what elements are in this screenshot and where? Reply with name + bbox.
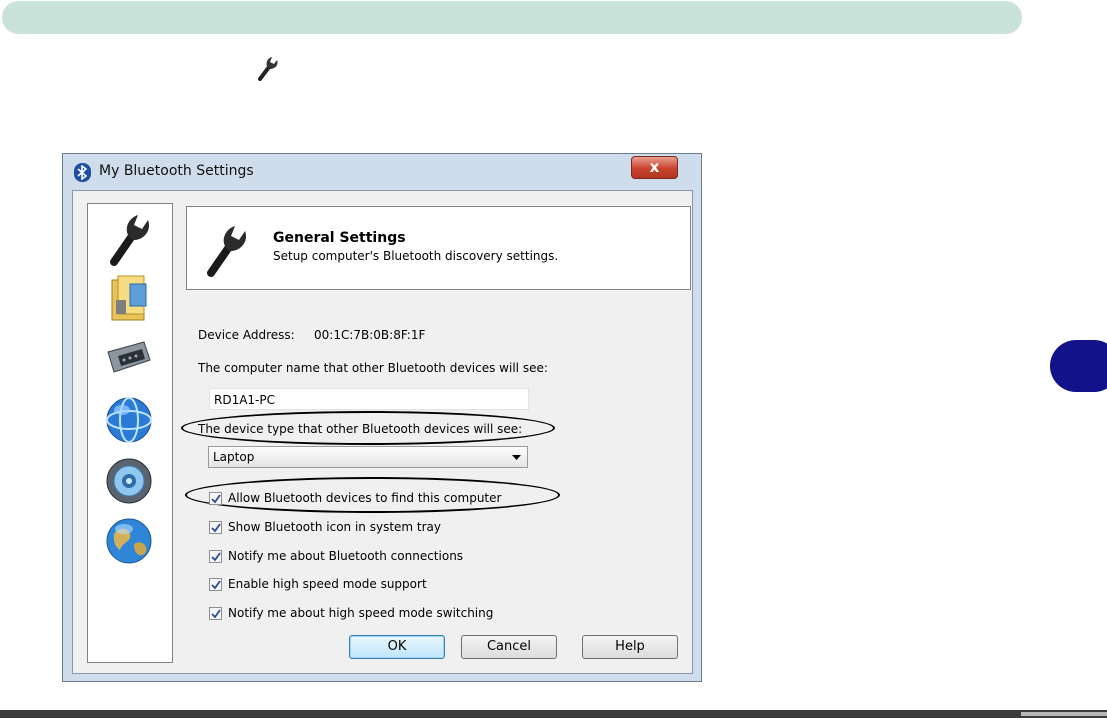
computer-name-label: The computer name that other Bluetooth d… xyxy=(198,361,548,375)
footer-rule xyxy=(0,710,1107,718)
dialog-client-area: General Settings Setup computer's Blueto… xyxy=(72,190,693,674)
dialog-titlebar[interactable]: My Bluetooth Settings x xyxy=(63,154,701,190)
sidebar-item-general[interactable] xyxy=(88,208,174,268)
page-header-bar xyxy=(2,1,1022,34)
network-globe-icon xyxy=(106,397,152,443)
settings-title: General Settings xyxy=(273,230,406,246)
bluetooth-settings-dialog: My Bluetooth Settings x General Settings… xyxy=(62,153,702,682)
notify-connections-checkbox[interactable] xyxy=(209,550,222,563)
category-sidebar xyxy=(87,203,173,663)
allow-discovery-label: Allow Bluetooth devices to find this com… xyxy=(228,491,502,505)
device-address-value: 00:1C:7B:0B:8F:1F xyxy=(314,328,426,342)
high-speed-support-checkbox[interactable] xyxy=(209,578,222,591)
device-type-value: Laptop xyxy=(213,450,255,464)
show-tray-icon-label: Show Bluetooth icon in system tray xyxy=(228,520,441,534)
bluetooth-icon xyxy=(74,163,91,182)
computer-name-input[interactable] xyxy=(210,390,532,410)
close-icon: x xyxy=(649,158,660,176)
notify-connections-label: Notify me about Bluetooth connections xyxy=(228,549,464,563)
high-speed-switching-checkbox[interactable] xyxy=(209,607,222,620)
chapter-tab xyxy=(1050,340,1107,392)
sidebar-item-serial-port[interactable] xyxy=(88,328,174,388)
checkmark-icon xyxy=(211,552,221,562)
ok-button[interactable]: OK xyxy=(349,635,445,659)
serial-port-icon xyxy=(107,341,151,373)
wrench-icon xyxy=(207,226,247,277)
earth-globe-icon xyxy=(106,518,152,564)
sidebar-item-file-transfer[interactable] xyxy=(88,266,174,326)
checkmark-icon xyxy=(211,523,221,533)
show-tray-icon-checkbox[interactable] xyxy=(209,521,222,534)
device-address-label: Device Address: xyxy=(198,328,295,342)
wrench-icon xyxy=(110,215,150,266)
checkmark-icon xyxy=(211,494,221,504)
allow-discovery-checkbox[interactable] xyxy=(209,492,222,505)
checkmark-icon xyxy=(211,580,221,590)
footer-rule-accent xyxy=(1021,712,1107,716)
chevron-down-icon xyxy=(512,455,521,460)
wrench-icon xyxy=(258,57,278,81)
checkmark-icon xyxy=(211,609,221,619)
sidebar-item-audio[interactable] xyxy=(88,450,174,510)
high-speed-support-label: Enable high speed mode support xyxy=(228,577,427,591)
computer-name-field[interactable] xyxy=(209,388,532,410)
help-button[interactable]: Help xyxy=(582,635,678,659)
folder-icon xyxy=(111,275,147,321)
sidebar-item-network[interactable] xyxy=(88,390,174,450)
speaker-icon xyxy=(106,458,152,504)
high-speed-switching-label: Notify me about high speed mode switchin… xyxy=(228,606,494,620)
highlight-oval-device-type xyxy=(181,411,555,445)
settings-subtitle: Setup computer's Bluetooth discovery set… xyxy=(273,249,559,263)
cancel-button[interactable]: Cancel xyxy=(461,635,557,659)
device-type-dropdown[interactable]: Laptop xyxy=(208,446,528,468)
settings-header-panel: General Settings Setup computer's Blueto… xyxy=(186,206,691,290)
dialog-title: My Bluetooth Settings xyxy=(99,163,254,179)
close-button[interactable]: x xyxy=(631,156,678,179)
sidebar-item-internet[interactable] xyxy=(88,510,174,570)
